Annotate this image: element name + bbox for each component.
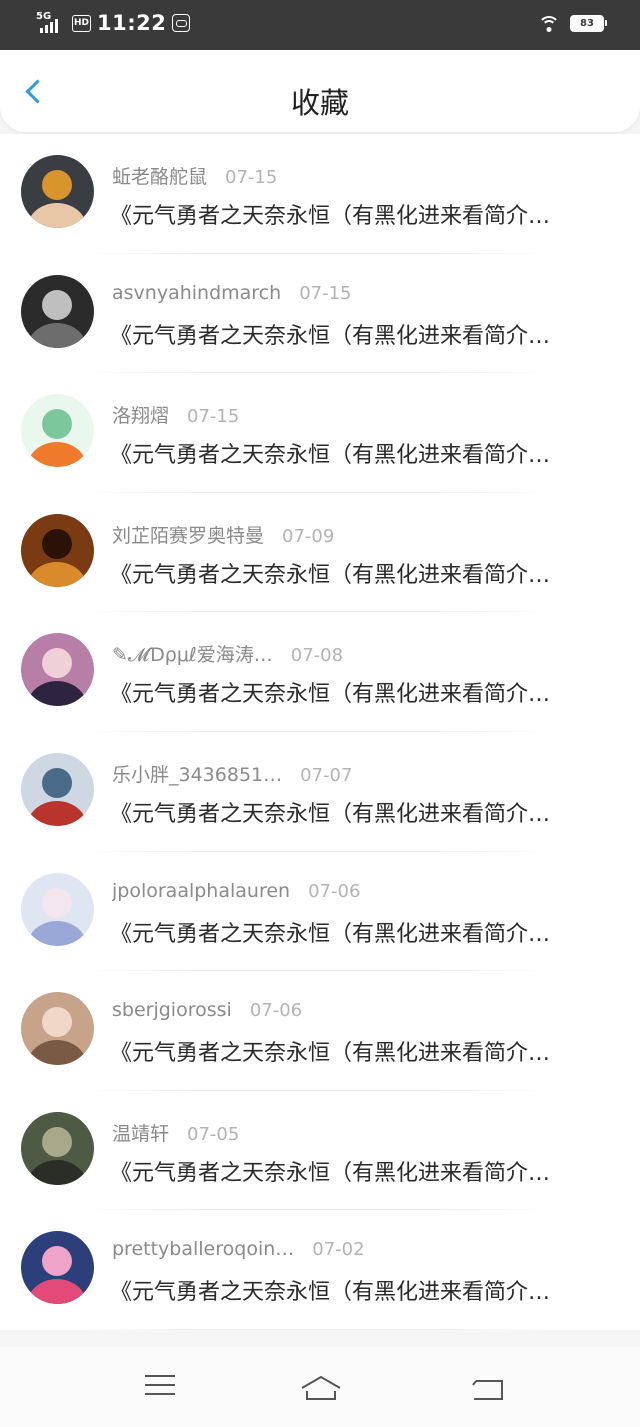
system-nav-bar [0, 1347, 640, 1427]
item-meta: 洛翔熠 07-15 [112, 401, 239, 428]
menu-button[interactable] [142, 1375, 182, 1405]
return-button[interactable] [470, 1375, 510, 1405]
user-name[interactable]: jpoloraalphalauren [112, 880, 290, 902]
avatar[interactable] [21, 872, 94, 946]
user-name[interactable]: 温靖轩 [112, 1119, 169, 1146]
user-name[interactable]: 洛翔熠 [112, 401, 169, 428]
item-date: 07-08 [290, 645, 344, 667]
list-item[interactable]: 乐小胖_3436851… 07-07 《元气勇者之天奈永恒（有黑化进来看简介… [0, 732, 640, 852]
item-title[interactable]: 《元气勇者之天奈永恒（有黑化进来看简介… [110, 1155, 600, 1187]
home-button[interactable] [299, 1375, 343, 1405]
user-name[interactable]: asvnyahindmarch [112, 282, 281, 304]
item-date: 07-15 [299, 282, 352, 304]
item-meta: ✎𝓜Ɗρμℓ爱海涛… 07-08 [112, 640, 343, 667]
avatar[interactable] [21, 1111, 94, 1185]
battery-icon: 83 [570, 14, 607, 32]
user-name[interactable]: 刘芷陌赛罗奥特曼 [112, 521, 264, 548]
status-bar: 5G HD 11:22 83 [0, 0, 640, 50]
list-item[interactable]: 温靖轩 07-05 《元气勇者之天奈永恒（有黑化进来看简介… [0, 1091, 640, 1211]
item-meta: jpoloraalphalauren 07-06 [112, 880, 360, 902]
avatar[interactable] [21, 274, 94, 348]
item-meta: 蚯老酪舵鼠 07-15 [112, 162, 277, 189]
avatar[interactable] [21, 1231, 94, 1305]
item-meta: 温靖轩 07-05 [112, 1119, 239, 1146]
header: 收藏 [0, 50, 640, 132]
item-title[interactable]: 《元气勇者之天奈永恒（有黑化进来看简介… [110, 796, 600, 828]
status-time: 11:22 [97, 11, 167, 35]
page-title: 收藏 [290, 86, 349, 120]
list-item[interactable]: asvnyahindmarch 07-15 《元气勇者之天奈永恒（有黑化进来看简介… [0, 254, 640, 374]
divider [84, 1328, 550, 1330]
item-date: 07-07 [300, 764, 353, 786]
avatar[interactable] [21, 513, 94, 587]
avatar[interactable] [21, 155, 94, 228]
item-title[interactable]: 《元气勇者之天奈永恒（有黑化进来看简介… [110, 557, 600, 589]
game-icon [172, 14, 191, 32]
avatar[interactable] [21, 752, 94, 826]
signal-icon: 5G [36, 11, 66, 35]
status-right: 83 [538, 14, 607, 32]
list-item[interactable]: 刘芷陌赛罗奥特曼 07-09 《元气勇者之天奈永恒（有黑化进来看简介… [0, 493, 640, 613]
avatar[interactable] [21, 394, 94, 468]
item-meta: asvnyahindmarch 07-15 [112, 282, 352, 304]
item-date: 07-15 [225, 167, 278, 188]
user-name[interactable]: 蚯老酪舵鼠 [112, 162, 207, 189]
item-date: 07-06 [249, 1000, 303, 1022]
item-title[interactable]: 《元气勇者之天奈永恒（有黑化进来看简介… [110, 676, 600, 708]
avatar[interactable] [21, 633, 94, 707]
user-name[interactable]: ✎𝓜Ɗρμℓ爱海涛… [112, 640, 273, 667]
list-item[interactable]: jpoloraalphalauren 07-06 《元气勇者之天奈永恒（有黑化进来看… [0, 852, 640, 972]
item-title[interactable]: 《元气勇者之天奈永恒（有黑化进来看简介… [110, 916, 600, 948]
list-item[interactable]: 蚯老酪舵鼠 07-15 《元气勇者之天奈永恒（有黑化进来看简介… [0, 134, 640, 254]
item-title[interactable]: 《元气勇者之天奈永恒（有黑化进来看简介… [110, 198, 600, 230]
list-item[interactable]: 洛翔熠 07-15 《元气勇者之天奈永恒（有黑化进来看简介… [0, 373, 640, 493]
user-name[interactable]: 乐小胖_3436851… [112, 760, 282, 787]
item-meta: 刘芷陌赛罗奥特曼 07-09 [112, 521, 334, 548]
user-name[interactable]: prettyballeroqoin… [112, 1238, 294, 1260]
item-date: 07-09 [282, 525, 335, 547]
status-left: 5G HD 11:22 [36, 11, 191, 35]
list-item[interactable]: sberjgiorossi 07-06 《元气勇者之天奈永恒（有黑化进来看简介… [0, 971, 640, 1091]
battery-level: 83 [580, 17, 594, 29]
favorites-list: 蚯老酪舵鼠 07-15 《元气勇者之天奈永恒（有黑化进来看简介… asvnyahind… [0, 134, 640, 1330]
list-item[interactable]: prettyballeroqoin… 07-02 《元气勇者之天奈永恒（有黑化进来看… [0, 1210, 640, 1330]
list-item[interactable]: ✎𝓜Ɗρμℓ爱海涛… 07-08 《元气勇者之天奈永恒（有黑化进来看简介… [0, 612, 640, 732]
item-date: 07-02 [312, 1239, 365, 1261]
return-icon [472, 1380, 503, 1400]
item-title[interactable]: 《元气勇者之天奈永恒（有黑化进来看简介… [110, 1035, 600, 1067]
item-date: 07-15 [187, 406, 240, 428]
item-title[interactable]: 《元气勇者之天奈永恒（有黑化进来看简介… [110, 1274, 600, 1306]
wifi-icon [538, 14, 560, 32]
avatar[interactable] [21, 992, 94, 1066]
item-title[interactable]: 《元气勇者之天奈永恒（有黑化进来看简介… [110, 318, 600, 350]
item-title[interactable]: 《元气勇者之天奈永恒（有黑化进来看简介… [110, 437, 600, 469]
item-date: 07-06 [308, 880, 361, 902]
item-meta: 乐小胖_3436851… 07-07 [112, 760, 352, 787]
hd-icon: HD [72, 14, 91, 32]
item-date: 07-05 [187, 1123, 240, 1145]
item-meta: prettyballeroqoin… 07-02 [112, 1238, 365, 1260]
item-meta: sberjgiorossi 07-06 [112, 999, 302, 1021]
home-icon [301, 1375, 341, 1400]
user-name[interactable]: sberjgiorossi [112, 999, 232, 1021]
